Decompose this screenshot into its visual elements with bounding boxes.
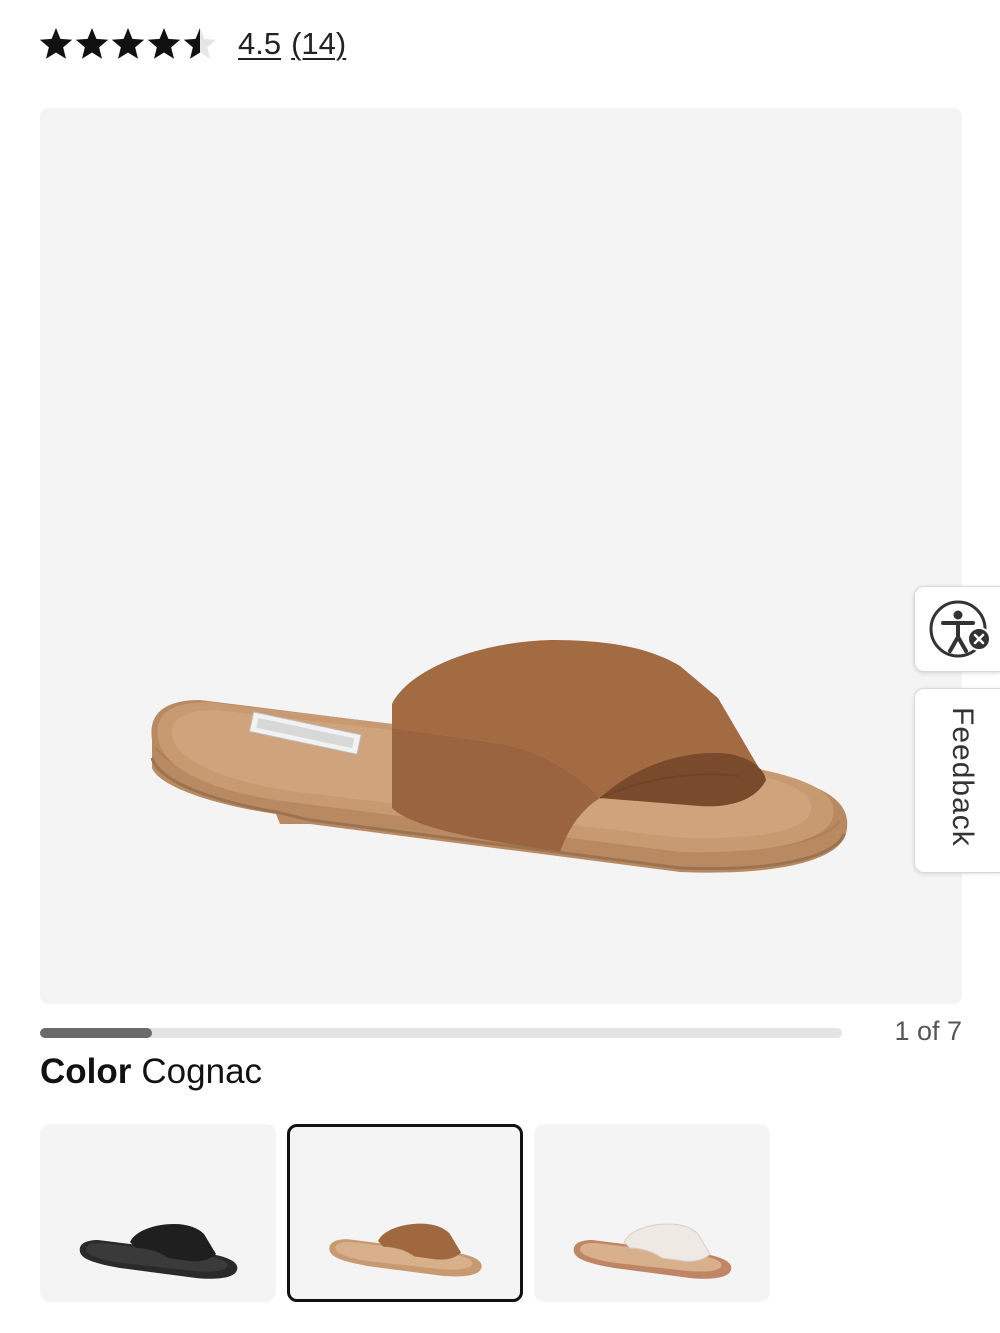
- rating-reviews-link[interactable]: 4.5 (14): [238, 26, 346, 62]
- feedback-button[interactable]: Feedback: [914, 688, 1000, 873]
- product-main-image[interactable]: [40, 108, 962, 1004]
- star-filled-3: [111, 28, 145, 59]
- color-swatch-cognac[interactable]: [287, 1124, 523, 1302]
- rating-row: 4.5 (14): [40, 22, 346, 66]
- accessibility-button[interactable]: [914, 586, 1000, 672]
- accessibility-icon: [929, 600, 991, 658]
- gallery-progress-fill: [40, 1028, 153, 1038]
- color-swatch-black[interactable]: [40, 1124, 276, 1302]
- star-filled-4: [147, 28, 181, 59]
- gallery-progress-bar: [40, 1028, 842, 1038]
- color-swatch-white[interactable]: [534, 1124, 770, 1302]
- star-filled-2: [75, 28, 109, 59]
- color-value: Cognac: [141, 1052, 263, 1091]
- feedback-label: Feedback: [946, 707, 979, 847]
- color-label: Color: [40, 1052, 132, 1091]
- swatch-sandal-icon: [329, 1223, 482, 1277]
- rating-score: 4.5: [238, 26, 282, 61]
- gallery-counter: 1 of 7: [894, 1016, 962, 1046]
- review-count: (14): [291, 26, 347, 61]
- star-filled-1: [40, 28, 73, 59]
- swatch-sandal-icon: [79, 1224, 238, 1279]
- star-rating: [40, 24, 216, 64]
- color-selection: Color Cognac: [40, 1052, 262, 1092]
- swatch-sandal-icon: [573, 1223, 732, 1279]
- sandal-illustration: [150, 640, 848, 873]
